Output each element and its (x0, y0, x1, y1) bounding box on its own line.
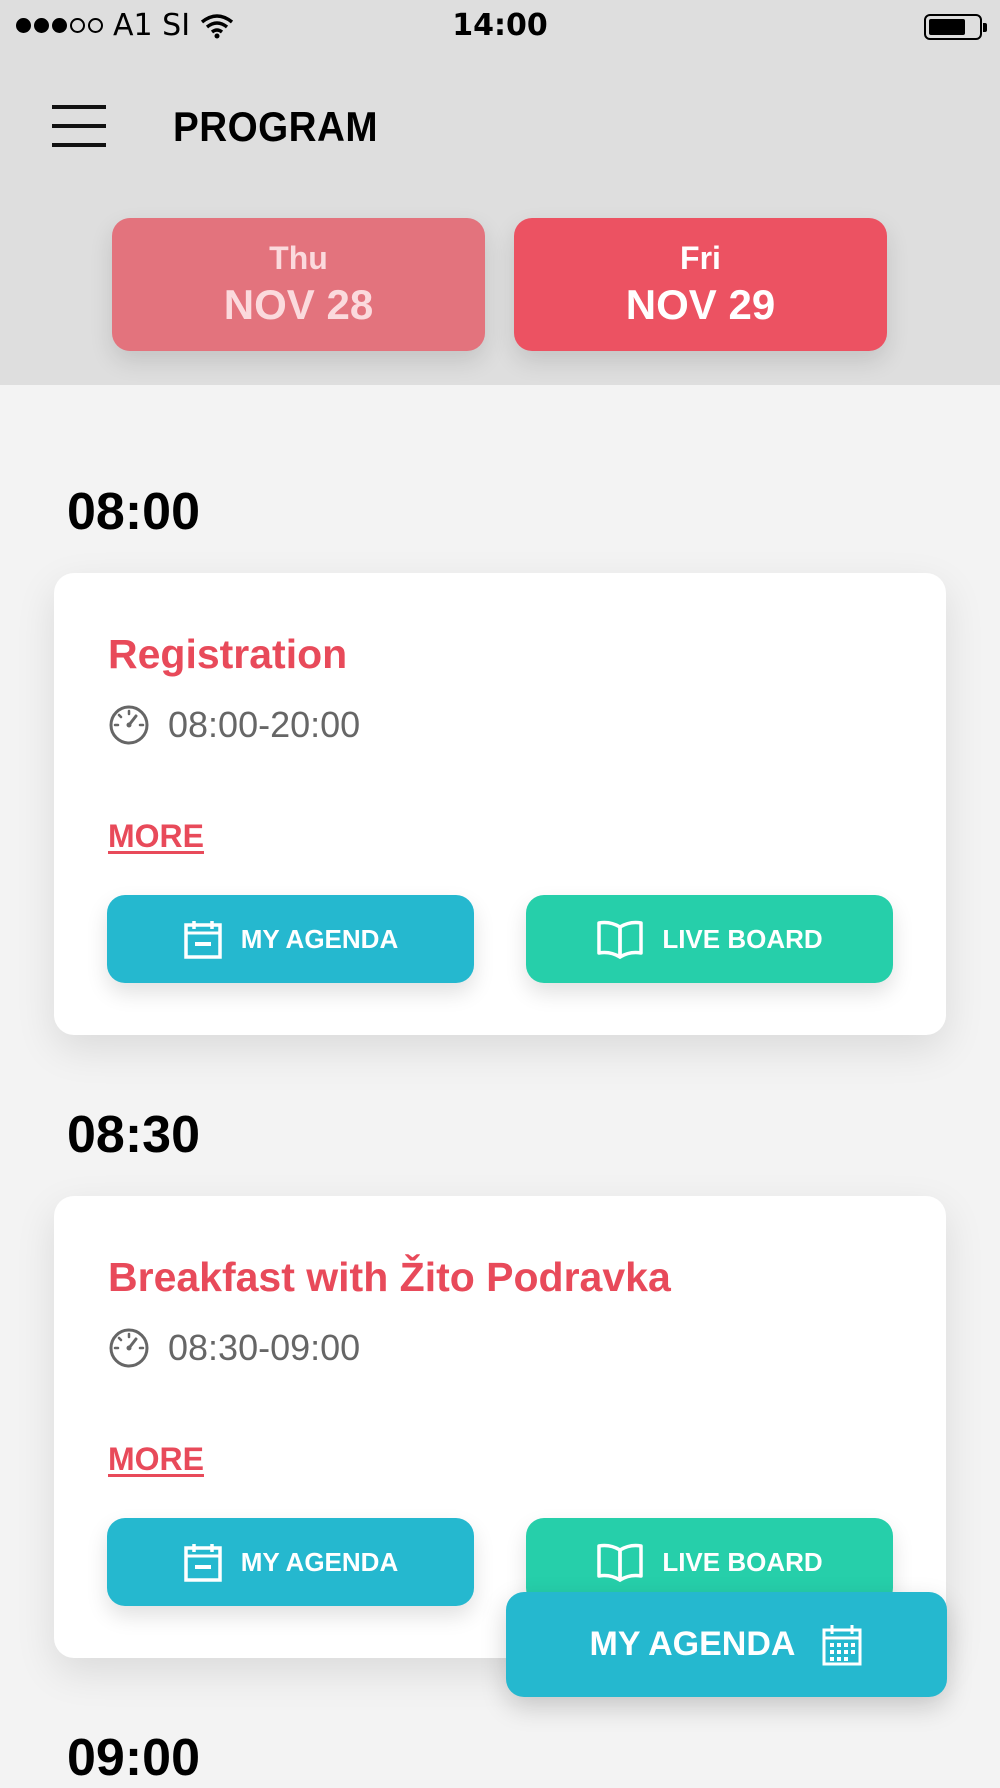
header: PROGRAM Thu NOV 28 Fri NOV 29 (0, 55, 1000, 385)
my-agenda-button[interactable]: MY AGENDA (107, 1518, 474, 1606)
book-icon (597, 1543, 644, 1582)
live-board-button[interactable]: LIVE BOARD (526, 895, 893, 983)
page-title: PROGRAM (173, 103, 379, 150)
day-tab-date: NOV 28 (223, 281, 374, 328)
time-heading: 09:00 (67, 1729, 200, 1787)
day-tab-dow: Fri (680, 240, 721, 276)
session-time-range: 08:30-09:00 (168, 1327, 361, 1368)
session-time-range: 08:00-20:00 (168, 704, 361, 745)
book-icon (597, 920, 644, 959)
my-agenda-button[interactable]: MY AGENDA (107, 895, 474, 983)
session-title[interactable]: Breakfast with Žito Podravka (108, 1254, 671, 1301)
more-link[interactable]: MORE (108, 818, 204, 855)
day-tab-fri[interactable]: Fri NOV 29 (514, 218, 887, 351)
my-agenda-label: MY AGENDA (240, 923, 399, 954)
my-agenda-fab-label: MY AGENDA (589, 1625, 796, 1663)
calendar-grid-icon (822, 1624, 862, 1665)
time-heading: 08:00 (67, 483, 200, 541)
session-card: Breakfast with Žito Podravka 08:30-09:00… (54, 1196, 946, 1658)
session-title[interactable]: Registration (108, 631, 347, 678)
live-board-label: LIVE BOARD (662, 923, 823, 954)
calendar-minus-icon (184, 921, 222, 959)
session-time: 08:00-20:00 (108, 704, 360, 746)
day-tab-date: NOV 29 (625, 281, 776, 328)
menu-icon[interactable] (52, 105, 108, 147)
status-bar: A1 SI 14:00 (0, 0, 1000, 55)
more-link[interactable]: MORE (108, 1441, 204, 1478)
time-heading: 08:30 (67, 1106, 200, 1164)
session-time: 08:30-09:00 (108, 1327, 360, 1369)
my-agenda-fab[interactable]: MY AGENDA (506, 1592, 947, 1697)
session-card: Registration 08:00-20:00 MORE MY AGENDA … (54, 573, 946, 1035)
clock-icon (109, 705, 149, 745)
status-time: 14:00 (452, 8, 548, 43)
calendar-minus-icon (184, 1544, 222, 1582)
live-board-label: LIVE BOARD (662, 1546, 823, 1577)
battery-icon (924, 14, 987, 40)
day-tab-thu[interactable]: Thu NOV 28 (112, 218, 485, 351)
clock-icon (109, 1328, 149, 1368)
day-tab-dow: Thu (269, 240, 328, 276)
my-agenda-label: MY AGENDA (240, 1546, 399, 1577)
